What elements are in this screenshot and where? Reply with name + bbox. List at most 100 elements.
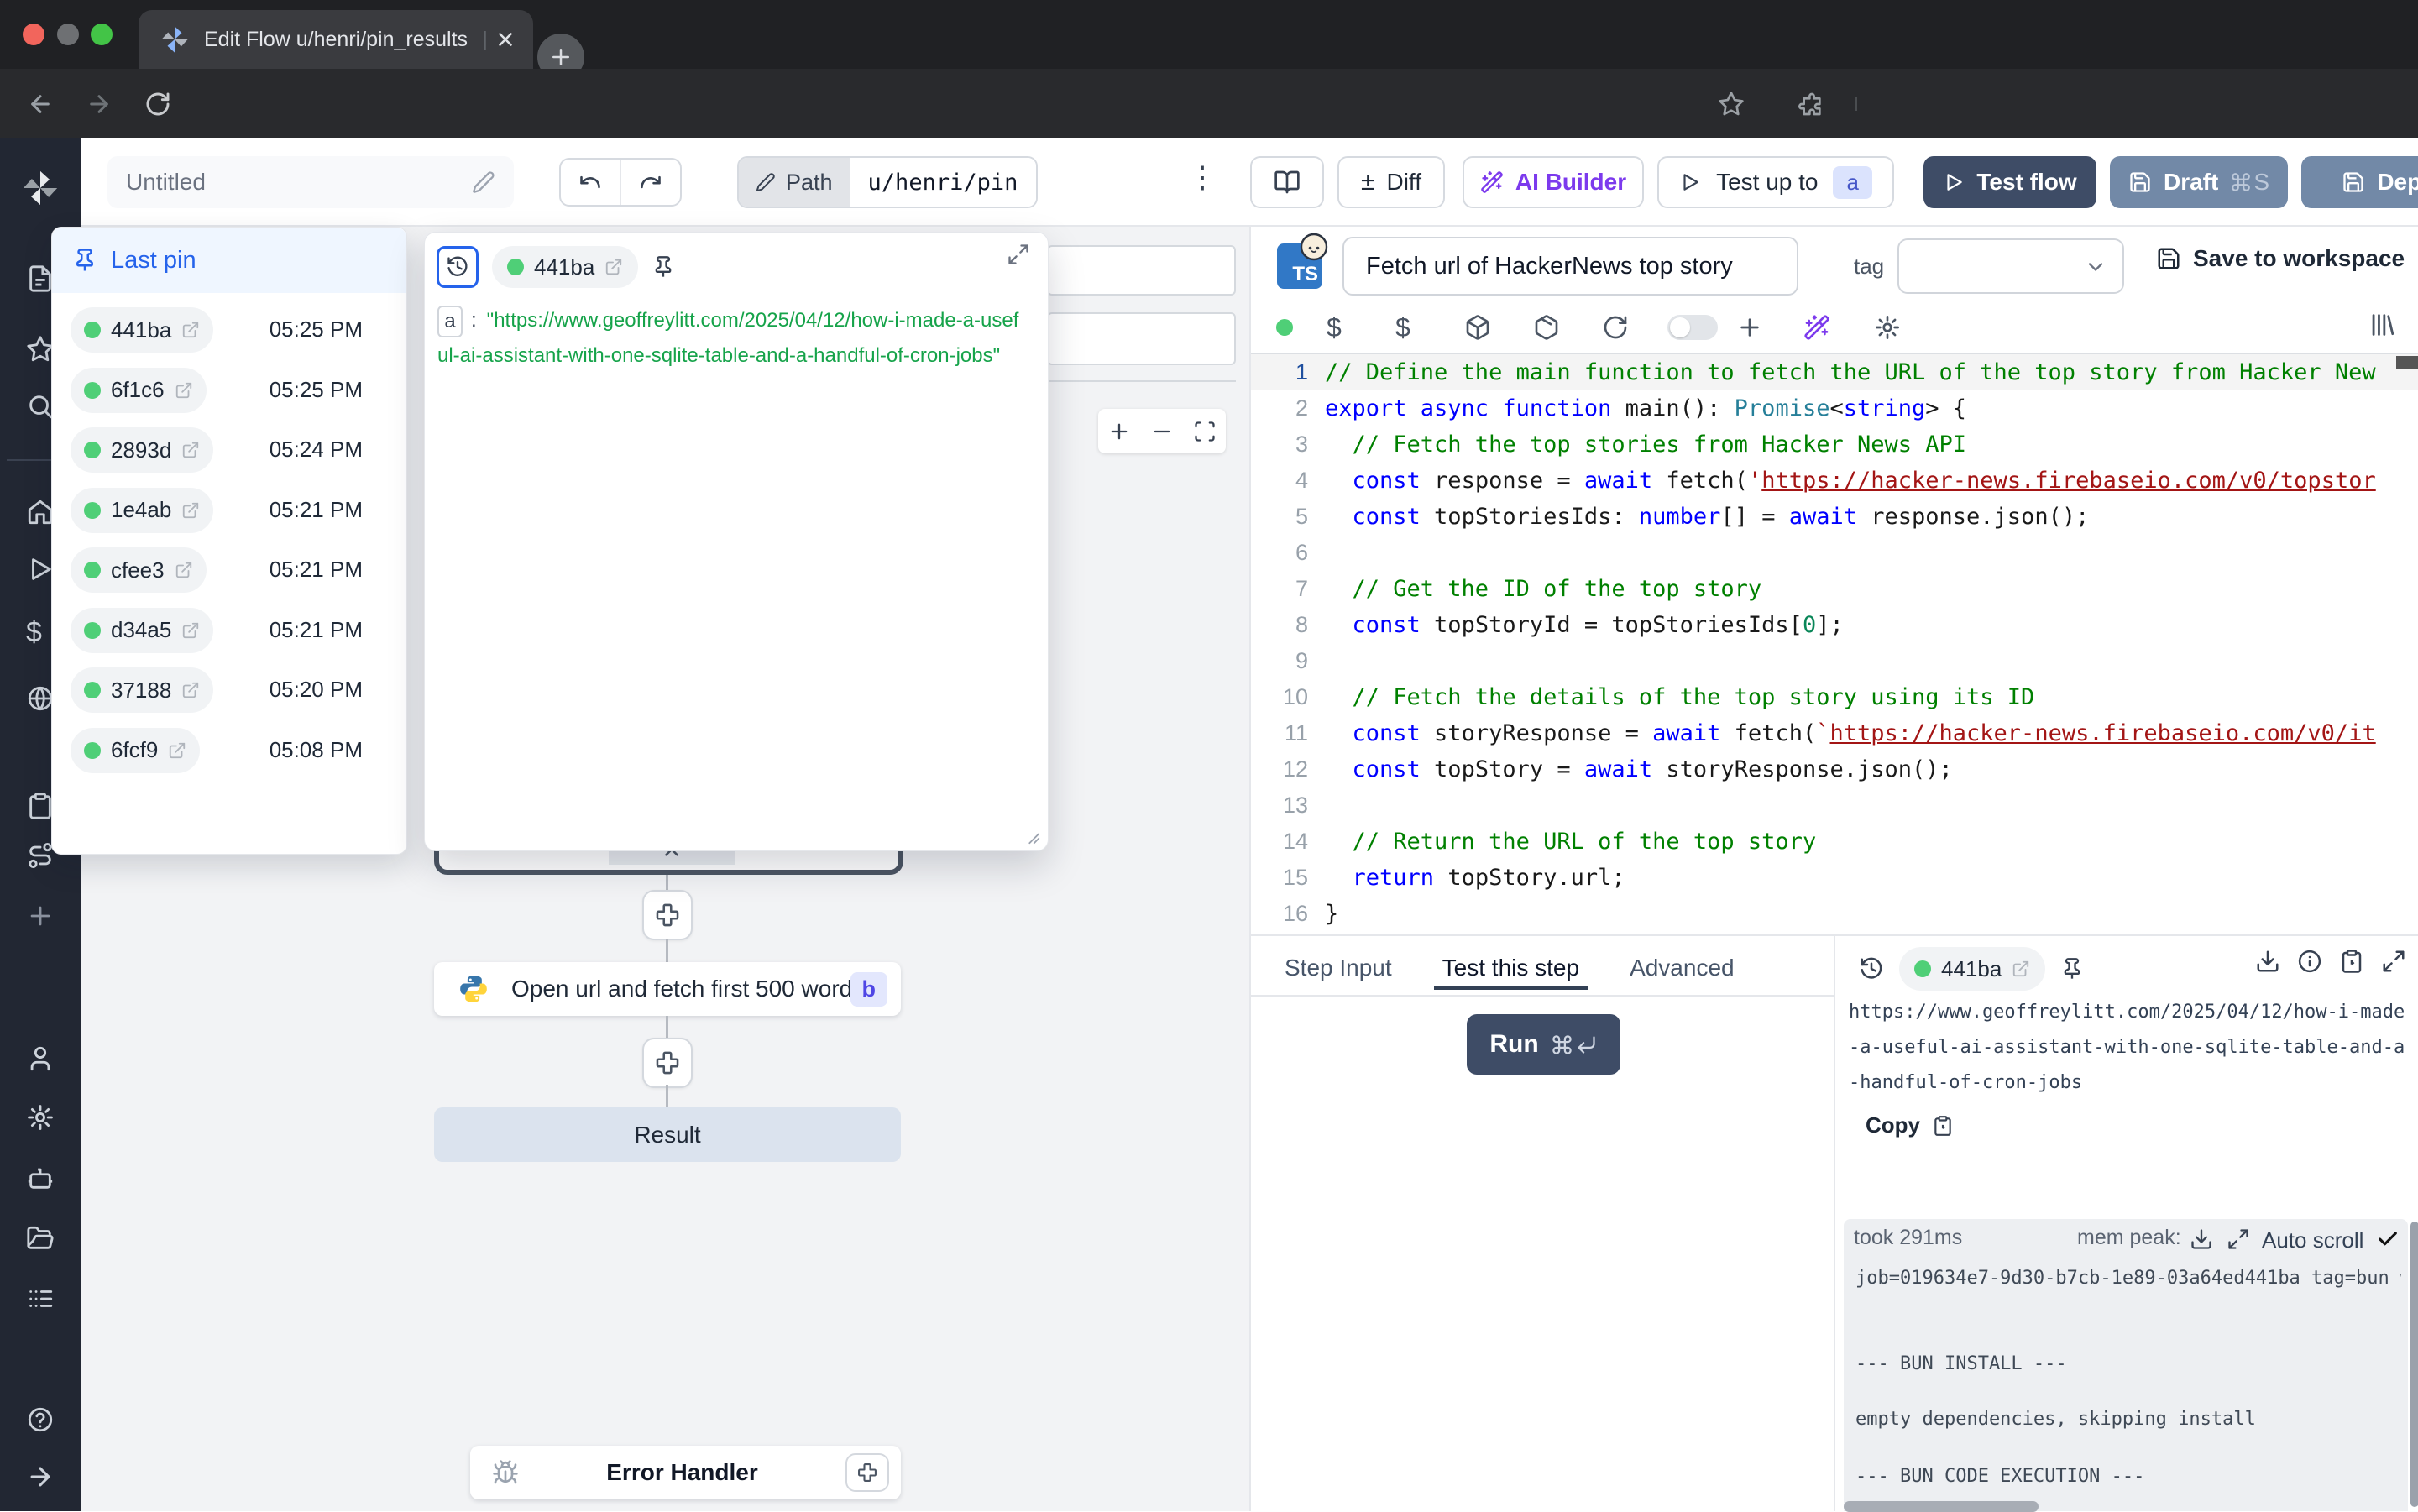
pin-icon[interactable] — [2060, 957, 2084, 981]
tab-advanced[interactable]: Advanced — [1630, 955, 1735, 981]
external-link-icon[interactable] — [181, 621, 200, 640]
add-assistant-icon[interactable] — [1736, 314, 1803, 341]
path-button[interactable]: Path u/henri/pin — [737, 156, 1038, 208]
traffic-light-close[interactable] — [23, 24, 44, 45]
sidebar-runs-icon[interactable] — [26, 264, 55, 293]
popup-json-value[interactable]: a:"https://www.geoffreylitt.com/2025/04/… — [437, 303, 1025, 374]
code-line[interactable]: 14 // Return the URL of the top story — [1251, 824, 2418, 860]
popup-history-button[interactable] — [437, 246, 479, 288]
back-icon[interactable] — [27, 91, 54, 118]
variables-dollar-icon[interactable]: $ — [1327, 312, 1395, 343]
traffic-light-zoom[interactable] — [91, 24, 113, 45]
expand-logs-icon[interactable] — [2227, 1227, 2250, 1251]
download-logs-icon[interactable] — [2190, 1227, 2213, 1251]
pin-run-pill[interactable]: 37188 — [71, 667, 213, 713]
zoom-in-icon[interactable] — [1107, 420, 1131, 443]
result-node[interactable]: Result — [434, 1107, 901, 1162]
editor-settings-gear-icon[interactable] — [1874, 314, 1901, 341]
sidebar-apps-list-icon[interactable] — [26, 1284, 55, 1313]
add-step-button[interactable] — [642, 1038, 693, 1088]
popup-run-pill[interactable]: 441ba — [492, 246, 638, 288]
copy-result-clipboard-icon[interactable] — [2339, 949, 2364, 974]
external-link-icon[interactable] — [181, 501, 200, 520]
log-vertical-scrollbar[interactable] — [2410, 1222, 2418, 1507]
sidebar-folders-icon[interactable] — [26, 1224, 55, 1253]
sidebar-settings-gear-icon[interactable] — [26, 1103, 55, 1132]
external-link-icon[interactable] — [175, 381, 193, 400]
ai-builder-button[interactable]: AI Builder — [1463, 156, 1644, 208]
popup-expand-icon[interactable] — [1007, 243, 1030, 266]
code-line[interactable]: 5 const topStoriesIds: number[] = await … — [1251, 499, 2418, 535]
popup-pin-icon[interactable] — [652, 255, 675, 279]
windmill-logo[interactable] — [22, 170, 59, 207]
library-panel-icon[interactable] — [2368, 311, 2396, 339]
copy-button[interactable]: Copy — [1866, 1112, 1954, 1138]
last-pin-item[interactable]: 1e4ab05:21 PM — [52, 480, 406, 541]
add-step-button[interactable] — [642, 890, 693, 940]
code-line[interactable]: 1// Define the main function to fetch th… — [1251, 354, 2418, 390]
editor-scrollbar-thumb[interactable] — [2396, 356, 2418, 369]
ai-wand-icon[interactable] — [1803, 314, 1874, 341]
code-line[interactable]: 10 // Fetch the details of the top story… — [1251, 679, 2418, 715]
code-line[interactable]: 2export async function main(): Promise<s… — [1251, 390, 2418, 426]
external-link-icon[interactable] — [175, 561, 193, 579]
traffic-light-minimize[interactable] — [57, 24, 79, 45]
resources-dollar-icon[interactable]: $ — [1395, 312, 1464, 343]
sidebar-collapse-arrow-icon[interactable] — [26, 1462, 55, 1491]
reload-icon[interactable] — [144, 91, 171, 118]
step-summary-input[interactable]: Fetch url of HackerNews top story — [1342, 237, 1798, 296]
last-pin-item[interactable]: 3718805:20 PM — [52, 660, 406, 720]
code-line[interactable]: 13 — [1251, 787, 2418, 824]
last-pin-item[interactable]: 441ba05:25 PM — [52, 300, 406, 360]
sidebar-favorites-icon[interactable] — [26, 335, 55, 364]
external-link-icon[interactable] — [181, 321, 200, 339]
pin-run-pill[interactable]: 2893d — [71, 427, 213, 473]
pin-run-pill[interactable]: 441ba — [71, 307, 213, 353]
error-handler-node[interactable]: Error Handler — [470, 1446, 901, 1499]
python-step-node[interactable]: Open url and fetch first 500 words of ..… — [434, 962, 901, 1016]
sidebar-routes-icon[interactable] — [26, 841, 55, 870]
test-up-to-button[interactable]: Test up to a — [1657, 156, 1894, 208]
result-run-pill[interactable]: 441ba — [1899, 947, 2045, 991]
auto-scroll-check-icon[interactable] — [2376, 1227, 2400, 1251]
code-line[interactable]: 6 — [1251, 535, 2418, 571]
zoom-out-icon[interactable] — [1150, 420, 1174, 443]
diff-button[interactable]: ±Diff — [1337, 156, 1445, 208]
sidebar-home-icon[interactable] — [26, 498, 55, 526]
browser-tab[interactable]: Edit Flow u/henri/pin_results | — [139, 10, 533, 69]
test-flow-button[interactable]: Test flow — [1923, 156, 2096, 208]
sidebar-add-icon[interactable] — [26, 902, 55, 930]
last-pin-item[interactable]: d34a505:21 PM — [52, 600, 406, 661]
save-to-workspace-button[interactable]: Save to workspace — [2156, 245, 2405, 272]
last-pin-item[interactable]: 2893d05:24 PM — [52, 420, 406, 480]
external-link-icon[interactable] — [2012, 960, 2030, 978]
external-link-icon[interactable] — [181, 681, 200, 699]
code-line[interactable]: 16} — [1251, 896, 2418, 932]
external-link-icon[interactable] — [181, 441, 200, 459]
popup-resize-handle[interactable] — [1023, 827, 1041, 845]
forward-icon[interactable] — [86, 91, 113, 118]
flow-title-input[interactable]: Untitled — [107, 156, 514, 208]
tab-test-this-step[interactable]: Test this step — [1442, 955, 1579, 981]
code-line[interactable]: 12 const topStory = await storyResponse.… — [1251, 751, 2418, 787]
tab-step-input[interactable]: Step Input — [1285, 955, 1392, 981]
code-line[interactable]: 7 // Get the ID of the top story — [1251, 571, 2418, 607]
deploy-button[interactable]: Deploy — [2301, 156, 2418, 208]
sidebar-user-icon[interactable] — [26, 1044, 55, 1073]
code-line[interactable]: 4 const response = await fetch('https://… — [1251, 463, 2418, 499]
external-link-icon[interactable] — [168, 741, 186, 760]
package-lock-icon[interactable] — [1533, 314, 1602, 341]
more-options-kebab-icon[interactable]: ⋮ — [1187, 160, 1217, 195]
package-icon[interactable] — [1464, 314, 1533, 341]
last-pin-item[interactable]: cfee305:21 PM — [52, 540, 406, 600]
docs-button[interactable] — [1250, 156, 1324, 208]
add-error-handler-button[interactable] — [845, 1453, 889, 1492]
log-horizontal-scrollbar[interactable] — [1844, 1501, 2039, 1512]
sidebar-runs-play-icon[interactable] — [26, 555, 55, 583]
code-line[interactable]: 9 — [1251, 643, 2418, 679]
pin-run-pill[interactable]: cfee3 — [71, 547, 207, 593]
external-link-icon[interactable] — [604, 258, 623, 276]
code-line[interactable]: 15 return topStory.url; — [1251, 860, 2418, 896]
code-editor[interactable]: 1// Define the main function to fetch th… — [1251, 353, 2418, 936]
undo-button[interactable] — [561, 160, 621, 205]
